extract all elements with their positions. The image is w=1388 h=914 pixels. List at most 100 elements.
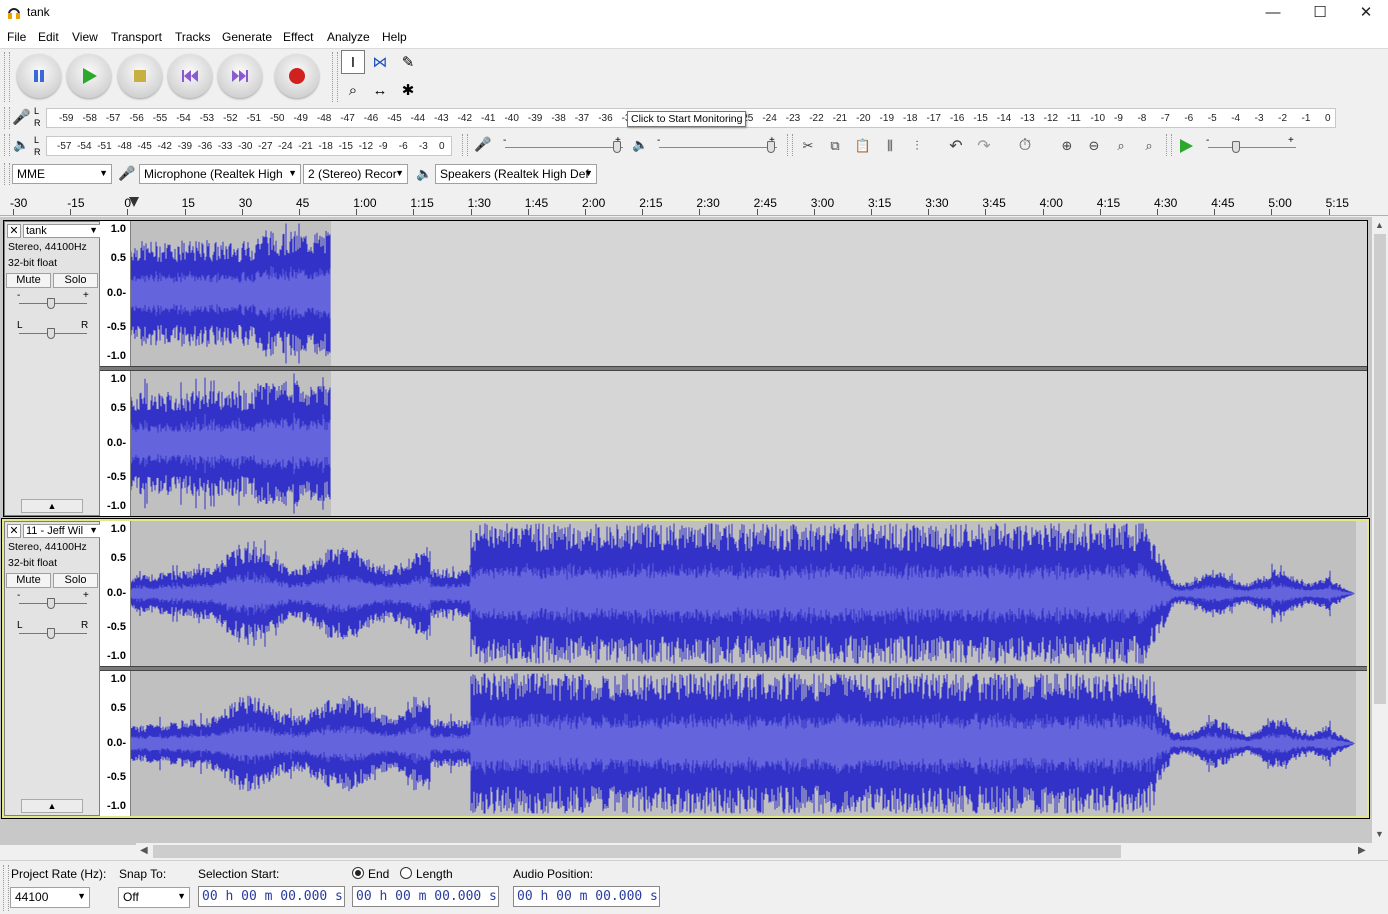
waveform-left[interactable] xyxy=(131,521,1367,666)
track-control-panel[interactable]: ✕ 11 - Jeff Wil ▼ Stereo, 44100Hz 32-bit … xyxy=(4,521,101,816)
vertical-scale[interactable]: 1.0 0.5 0.0- -0.5 -1.0 xyxy=(100,671,131,816)
toolbar-grip[interactable] xyxy=(462,134,468,156)
close-track-button[interactable]: ✕ xyxy=(7,524,21,538)
stop-button[interactable] xyxy=(118,54,162,98)
record-volume-slider[interactable]: - + xyxy=(503,135,627,156)
playback-volume-slider[interactable]: - + xyxy=(657,135,781,156)
vertical-scale[interactable]: 1.0 0.5 0.0- -0.5 -1.0 xyxy=(100,221,131,366)
copy-icon[interactable]: ⧉ xyxy=(823,134,847,158)
vertical-scale[interactable]: 1.0 0.5 0.0- -0.5 -1.0 xyxy=(100,371,131,516)
close-track-button[interactable]: ✕ xyxy=(7,224,21,238)
track-control-panel[interactable]: ✕ tank ▼ Stereo, 44100Hz 32-bit float Mut… xyxy=(4,221,101,516)
trim-icon[interactable]: ⫼ xyxy=(878,134,902,158)
skip-to-end-button[interactable] xyxy=(218,54,262,98)
waveform-left[interactable] xyxy=(131,221,1367,366)
slider-thumb[interactable] xyxy=(47,298,55,309)
slider-thumb[interactable] xyxy=(47,328,55,339)
envelope-tool[interactable]: ⋈ xyxy=(368,50,392,74)
multi-tool[interactable]: ✱ xyxy=(396,78,420,102)
slider-thumb[interactable] xyxy=(47,598,55,609)
menu-help[interactable]: Help xyxy=(382,30,407,44)
menu-view[interactable]: View xyxy=(72,30,98,44)
collapse-track-button[interactable]: ▲ xyxy=(21,799,83,813)
pause-button[interactable] xyxy=(17,54,61,98)
snap-to-select[interactable]: Off ▼ xyxy=(118,887,190,908)
end-radio[interactable] xyxy=(352,867,364,879)
timeline-ruler[interactable]: -30 -15 0 15 30 45 1:00 1:15 1:30 1:45 2:00 2:15 2:3… xyxy=(0,189,1388,216)
toolbar-grip[interactable] xyxy=(332,52,338,102)
toolbar-grip[interactable] xyxy=(4,163,10,185)
menu-generate[interactable]: Generate xyxy=(222,30,272,44)
microphone-icon[interactable]: 🎤 xyxy=(12,108,32,128)
solo-button[interactable]: Solo xyxy=(53,573,98,588)
sync-lock-icon[interactable]: ⏱ xyxy=(1013,134,1037,158)
undo-icon[interactable]: ↶ xyxy=(944,134,968,158)
menu-file[interactable]: File xyxy=(7,30,26,44)
play-speed-slider[interactable]: - + xyxy=(1206,135,1298,156)
fit-selection-icon[interactable]: ⌕ xyxy=(1109,134,1133,158)
menu-tracks[interactable]: Tracks xyxy=(175,30,211,44)
scroll-thumb[interactable] xyxy=(1374,234,1386,704)
slider-thumb[interactable] xyxy=(1232,141,1240,153)
play-head-marker[interactable] xyxy=(129,197,139,207)
toolbar-grip[interactable] xyxy=(4,52,10,102)
vertical-scrollbar[interactable]: ▲ ▼ xyxy=(1372,217,1388,845)
zoom-in-icon[interactable]: ⊕ xyxy=(1055,134,1079,158)
slider-thumb[interactable] xyxy=(47,628,55,639)
solo-button[interactable]: Solo xyxy=(53,273,98,288)
play-at-speed-icon[interactable] xyxy=(1178,138,1194,157)
length-radio[interactable] xyxy=(400,867,412,879)
gain-slider[interactable]: - + xyxy=(17,590,89,610)
toolbar-grip[interactable] xyxy=(787,134,793,156)
record-button[interactable] xyxy=(275,54,319,98)
waveform-right[interactable] xyxy=(131,671,1367,816)
audio-position-time[interactable]: 00 h 00 m 00.000 s xyxy=(513,886,660,907)
maximize-button[interactable]: ☐ xyxy=(1297,0,1343,26)
scroll-left-arrow[interactable]: ◀ xyxy=(140,845,148,856)
fit-project-icon[interactable]: ⌕ xyxy=(1137,134,1161,158)
menu-transport[interactable]: Transport xyxy=(111,30,162,44)
menu-edit[interactable]: Edit xyxy=(38,30,59,44)
draw-tool[interactable]: ✎ xyxy=(396,50,420,74)
minimize-button[interactable]: — xyxy=(1250,0,1296,26)
zoom-out-icon[interactable]: ⊖ xyxy=(1082,134,1106,158)
playback-meter[interactable]: -57 -54 -51 -48 -45 -42 -39 -36 -33 -30 -27 -24 -21-… xyxy=(46,136,452,156)
track-name-menu[interactable]: 11 - Jeff Wil ▼ xyxy=(23,524,101,538)
toolbar-grip[interactable] xyxy=(3,865,9,911)
mute-button[interactable]: Mute xyxy=(6,573,51,588)
scroll-down-arrow[interactable]: ▼ xyxy=(1375,829,1384,839)
scroll-up-arrow[interactable]: ▲ xyxy=(1375,220,1384,230)
selection-end-time[interactable]: 00 h 00 m 00.000 s xyxy=(352,886,499,907)
toolbar-grip[interactable] xyxy=(1166,134,1172,156)
gain-slider[interactable]: - + xyxy=(17,290,89,310)
scroll-right-arrow[interactable]: ▶ xyxy=(1358,845,1366,856)
scroll-thumb[interactable] xyxy=(153,845,1121,858)
project-rate-select[interactable]: 44100 ▼ xyxy=(10,887,90,908)
playback-device-select[interactable]: Speakers (Realtek High Def ▼ xyxy=(435,164,597,184)
paste-icon[interactable]: 📋 xyxy=(851,134,875,158)
pan-slider[interactable]: L R xyxy=(17,320,89,340)
speaker-icon[interactable]: 🔈 xyxy=(13,137,29,153)
menu-effect[interactable]: Effect xyxy=(283,30,313,44)
play-button[interactable] xyxy=(67,54,111,98)
toolbar-grip[interactable] xyxy=(4,107,10,129)
horizontal-scrollbar[interactable]: ◀ ▶ xyxy=(136,843,1372,860)
mute-button[interactable]: Mute xyxy=(6,273,51,288)
pan-slider[interactable]: L R xyxy=(17,620,89,640)
selection-start-time[interactable]: 00 h 00 m 00.000 s xyxy=(198,886,345,907)
toolbar-grip[interactable] xyxy=(4,134,10,156)
redo-icon[interactable]: ↷ xyxy=(972,134,996,158)
slider-thumb[interactable] xyxy=(767,141,775,153)
collapse-track-button[interactable]: ▲ xyxy=(21,499,83,513)
cut-icon[interactable]: ✂ xyxy=(796,134,820,158)
vertical-scale[interactable]: 1.0 0.5 0.0- -0.5 -1.0 xyxy=(100,521,131,666)
audio-host-select[interactable]: MME ▼ xyxy=(12,164,112,184)
zoom-tool[interactable]: ⌕ xyxy=(341,78,365,102)
menu-analyze[interactable]: Analyze xyxy=(327,30,370,44)
close-button[interactable]: ✕ xyxy=(1343,0,1388,26)
slider-thumb[interactable] xyxy=(613,141,621,153)
silence-icon[interactable]: ⫶ xyxy=(905,134,929,158)
track-name-menu[interactable]: tank ▼ xyxy=(23,224,101,238)
recording-device-select[interactable]: Microphone (Realtek High ▼ xyxy=(139,164,301,184)
selection-tool[interactable]: I xyxy=(341,50,365,74)
